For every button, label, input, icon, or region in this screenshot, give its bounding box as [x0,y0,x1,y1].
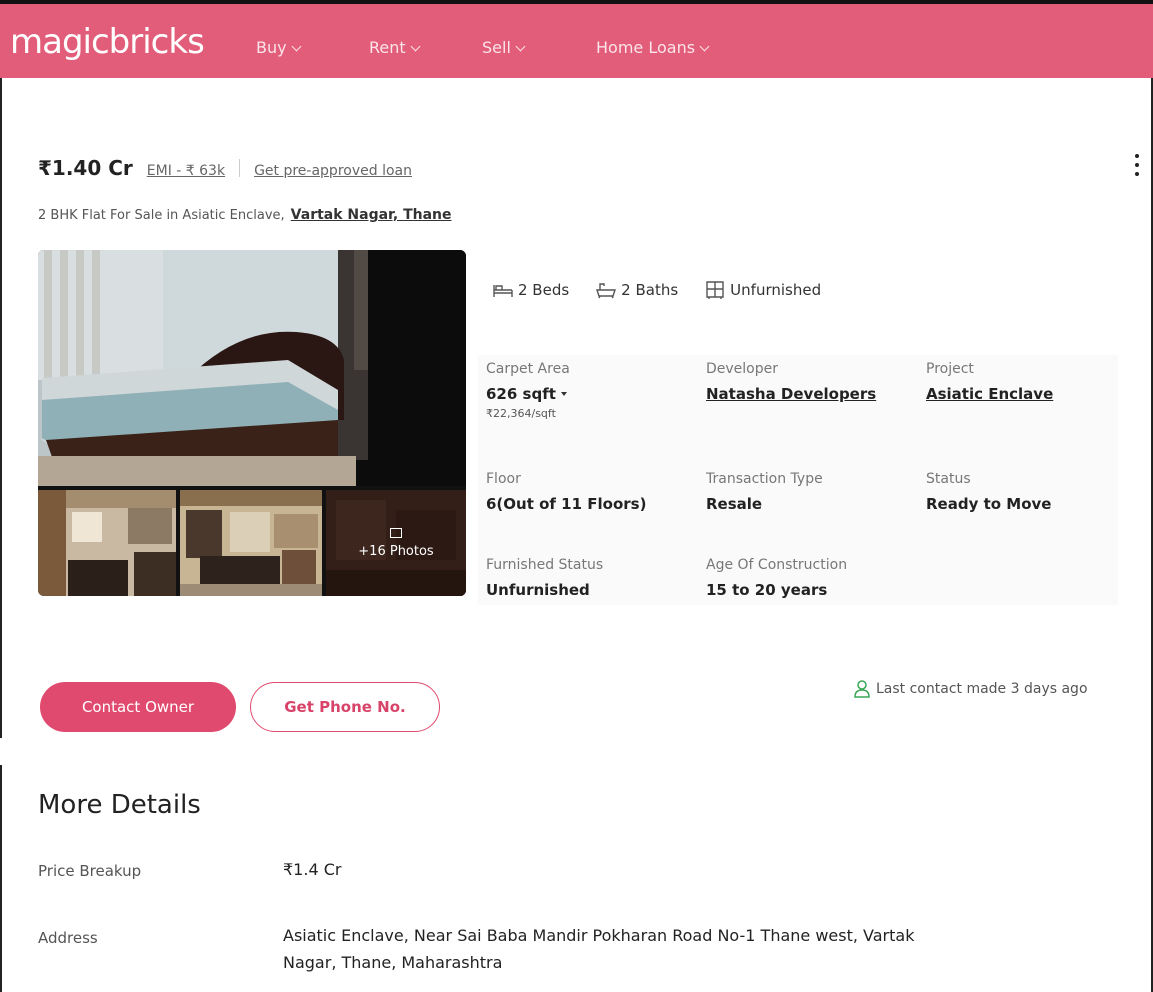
more-details-title: More Details [38,790,201,820]
feature-row: 2 Beds 2 Baths Unfurnished [492,280,847,300]
chevron-down-icon [515,41,526,52]
project-link[interactable]: Asiatic Enclave [926,385,1053,403]
carpet-area-value: 626 sqft [486,385,556,403]
bathtub-icon [596,283,617,299]
spec-furnished-status: Furnished Status Unfurnished [486,557,603,599]
price-per-sqft: ₹22,364/sqft [486,407,556,420]
spec-label: Developer [706,361,779,377]
spec-label: Furnished Status [486,557,604,573]
listing-price: ₹1.40 Cr [38,156,133,180]
last-contact-info: Last contact made 3 days ago [854,680,1088,698]
listing-subtitle: 2 BHK Flat For Sale in Asiatic Enclave, V… [38,207,452,223]
baths-label: 2 Baths [621,281,679,299]
photo-icon [390,527,402,538]
location-link[interactable]: Vartak Nagar, Thane [291,207,452,223]
price-breakup-value: ₹1.4 Cr [283,860,342,879]
top-navbar: magicbricks Buy Rent Sell Home Loans [0,0,1153,78]
baths-feature: 2 Baths [595,281,678,299]
furnishing-label: Unfurnished [730,281,822,299]
emi-link[interactable]: EMI - ₹ 63k [147,163,225,179]
spec-age: Age Of Construction 15 to 20 years [706,557,847,599]
nav-buy-label: Buy [256,38,287,57]
more-options-icon[interactable] [1135,154,1139,176]
spec-project: Project Asiatic Enclave [926,361,1053,403]
nav-sell[interactable]: Sell [482,38,526,57]
last-contact-text: Last contact made 3 days ago [876,681,1088,697]
spec-value: 6(Out of 11 Floors) [486,495,647,513]
price-breakup-label: Price Breakup [38,862,142,880]
spec-developer: Developer Natasha Developers [706,361,876,403]
nav-rent-label: Rent [369,38,406,57]
address-label: Address [38,929,98,947]
spec-floor: Floor 6(Out of 11 Floors) [486,471,646,513]
listing-title: 2 BHK Flat For Sale in Asiatic Enclave, [38,208,285,223]
beds-feature: 2 Beds [492,281,569,299]
pre-approved-loan-link[interactable]: Get pre-approved loan [254,163,412,179]
spec-label: Floor [486,471,521,487]
spec-value: Resale [706,495,763,513]
nav-sell-label: Sell [482,38,511,57]
bed-icon [493,285,513,297]
caret-down-icon [560,392,567,396]
card-left-border [0,765,2,992]
address-value: Asiatic Enclave, Near Sai Baba Mandir Po… [283,922,914,976]
furnishing-feature: Unfurnished [704,280,821,300]
address-line-2: Nagar, Thane, Maharashtra [283,953,503,972]
spec-transaction: Transaction Type Resale [706,471,823,513]
spec-grid: Carpet Area 626 sqft ₹22,364/sqft Develo… [478,355,1118,605]
nav-home-loans[interactable]: Home Loans [596,38,710,57]
spec-value: 15 to 20 years [706,581,828,599]
spec-status: Status Ready to Move [926,471,1051,513]
main-bedroom-photo[interactable] [38,250,466,486]
magicbricks-logo[interactable]: magicbricks [10,22,205,62]
price-row: ₹1.40 Cr EMI - ₹ 63k Get pre-approved lo… [38,156,412,180]
beds-label: 2 Beds [518,281,570,299]
spec-label: Age Of Construction [706,557,848,573]
spec-label: Transaction Type [706,471,823,487]
spec-value: Unfurnished [486,581,590,599]
wardrobe-icon [706,281,724,299]
card-left-border [0,78,2,738]
nav-buy[interactable]: Buy [256,38,302,57]
photos-count: +16 Photos [358,543,434,559]
contact-owner-button[interactable]: Contact Owner [40,682,236,732]
hall-thumbnail[interactable] [180,490,322,596]
get-phone-button[interactable]: Get Phone No. [250,682,440,732]
spec-value[interactable]: 626 sqft [486,385,570,403]
spec-label: Status [926,471,971,487]
user-icon [854,680,870,698]
chevron-down-icon [699,41,710,52]
developer-link[interactable]: Natasha Developers [706,385,876,403]
address-line-1: Asiatic Enclave, Near Sai Baba Mandir Po… [283,926,915,945]
spec-label: Carpet Area [486,361,570,377]
chevron-down-icon [291,41,302,52]
photos-overlay: +16 Photos [326,490,466,596]
living-room-thumbnail[interactable] [38,490,176,596]
more-photos-thumbnail[interactable]: +16 Photos [326,490,466,596]
photo-gallery[interactable]: +16 Photos [38,250,466,596]
nav-rent[interactable]: Rent [369,38,421,57]
divider [239,159,241,177]
nav-home-loans-label: Home Loans [596,38,696,57]
spec-value: Ready to Move [926,495,1052,513]
spec-carpet-area: Carpet Area 626 sqft ₹22,364/sqft [486,361,570,420]
spec-label: Project [926,361,974,377]
chevron-down-icon [410,41,421,52]
